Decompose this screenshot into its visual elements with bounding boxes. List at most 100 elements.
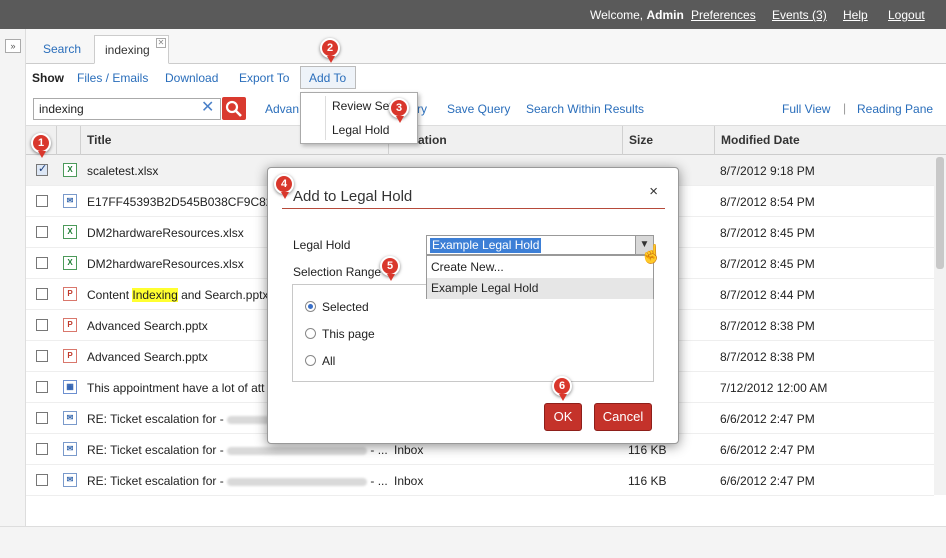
- row-title: DM2hardwareResources.xlsx: [87, 226, 244, 240]
- tab-strip: Search indexing ✕: [26, 29, 946, 64]
- clear-search-icon[interactable]: ✕: [201, 99, 214, 117]
- dialog-title: Add to Legal Hold: [293, 188, 413, 205]
- preferences-link[interactable]: Preferences: [691, 8, 756, 22]
- status-bar: [0, 526, 946, 558]
- reading-pane-link[interactable]: Reading Pane: [857, 102, 933, 116]
- search-input[interactable]: indexing: [33, 98, 221, 120]
- row-size: 116 KB: [628, 443, 667, 457]
- table-row[interactable]: ✉ RE: Ticket escalation for - - ... Inbo…: [26, 465, 934, 496]
- cancel-button[interactable]: Cancel: [594, 403, 652, 431]
- email-icon: ✉: [63, 442, 77, 456]
- row-checkbox[interactable]: [36, 195, 48, 207]
- column-size[interactable]: Size: [629, 133, 653, 147]
- left-panel-strip: »: [0, 29, 26, 526]
- row-title: Advanced Search.pptx: [87, 319, 208, 333]
- row-title: Content Indexing and Search.pptx: [87, 288, 269, 302]
- radio-all[interactable]: [305, 355, 316, 366]
- download-menu[interactable]: Download: [165, 71, 218, 85]
- legal-hold-select[interactable]: Example Legal Hold ▼: [426, 235, 654, 255]
- row-title: This appointment have a lot of att: [87, 381, 265, 395]
- hand-cursor-icon: ☝: [640, 244, 663, 264]
- scrollbar-thumb[interactable]: [936, 157, 944, 269]
- row-checkbox[interactable]: [36, 257, 48, 269]
- excel-icon: X: [63, 163, 77, 177]
- row-checkbox[interactable]: [36, 288, 48, 300]
- redacted-text: [227, 477, 368, 486]
- full-view-link[interactable]: Full View: [782, 102, 830, 116]
- legal-hold-label: Legal Hold: [293, 238, 351, 252]
- query-link[interactable]: ry: [417, 102, 427, 116]
- row-date: 6/6/2012 2:47 PM: [720, 474, 815, 488]
- search-highlight: Indexing: [132, 288, 178, 302]
- menu-item-review-set[interactable]: Review Set: [332, 99, 393, 113]
- legal-hold-options: Create New... Example Legal Hold: [426, 255, 654, 299]
- excel-icon: X: [63, 225, 77, 239]
- email-icon: ✉: [63, 411, 77, 425]
- option-example-legal-hold[interactable]: Example Legal Hold: [427, 278, 653, 299]
- search-button[interactable]: [222, 97, 246, 120]
- vertical-scrollbar[interactable]: [934, 155, 946, 495]
- tab-search[interactable]: Search: [33, 35, 91, 64]
- row-date: 8/7/2012 8:38 PM: [720, 319, 815, 333]
- close-tab-icon[interactable]: ✕: [156, 38, 166, 48]
- row-title: DM2hardwareResources.xlsx: [87, 257, 244, 271]
- advanced-search-link[interactable]: Advan: [265, 102, 299, 116]
- search-row: indexing ✕ Advan ry Save Query Search Wi…: [26, 92, 946, 126]
- row-title: Advanced Search.pptx: [87, 350, 208, 364]
- column-modified-date[interactable]: Modified Date: [721, 133, 800, 147]
- step-marker-2: 2: [320, 38, 340, 63]
- excel-icon: X: [63, 256, 77, 270]
- events-link[interactable]: Events (3): [772, 8, 827, 22]
- row-checkbox[interactable]: [36, 319, 48, 331]
- radio-this-page[interactable]: [305, 328, 316, 339]
- row-checkbox[interactable]: [36, 162, 48, 176]
- row-checkbox[interactable]: [36, 443, 48, 455]
- row-date: 8/7/2012 9:18 PM: [720, 164, 815, 178]
- row-date: 8/7/2012 8:45 PM: [720, 226, 815, 240]
- menu-bar: Show Files / Emails Download Export To A…: [26, 64, 946, 92]
- welcome-text: Welcome, Admin: [590, 8, 684, 22]
- top-bar: Welcome, Admin Preferences Events (3) He…: [0, 0, 946, 29]
- expand-panel-icon[interactable]: »: [5, 39, 21, 53]
- save-query-link[interactable]: Save Query: [447, 102, 510, 116]
- radio-selected[interactable]: [305, 301, 316, 312]
- files-emails-menu[interactable]: Files / Emails: [77, 71, 148, 85]
- column-title[interactable]: Title: [87, 133, 111, 147]
- logout-link[interactable]: Logout: [888, 8, 925, 22]
- row-folder: Inbox: [394, 443, 424, 457]
- row-checkbox[interactable]: [36, 474, 48, 486]
- row-date: 8/7/2012 8:44 PM: [720, 288, 815, 302]
- row-folder: Inbox: [394, 474, 424, 488]
- step-marker-4: 4: [274, 174, 294, 199]
- row-title: scaletest.xlsx: [87, 164, 159, 178]
- appointment-icon: ▦: [63, 380, 77, 394]
- search-icon: [225, 100, 242, 117]
- add-to-legal-hold-dialog: Add to Legal Hold × Legal Hold Example L…: [267, 167, 679, 444]
- legal-hold-selected-value: Example Legal Hold: [430, 238, 542, 253]
- radio-all-label: All: [322, 354, 336, 368]
- row-checkbox[interactable]: [36, 226, 48, 238]
- column-location[interactable]: ation: [418, 133, 447, 147]
- option-create-new[interactable]: Create New...: [427, 257, 653, 278]
- grid-header: Title ation Size Modified Date: [26, 126, 946, 155]
- tab-indexing[interactable]: indexing ✕: [94, 35, 169, 64]
- selection-range-label: Selection Range: [293, 265, 382, 279]
- ok-button[interactable]: OK: [544, 403, 582, 431]
- row-checkbox[interactable]: [36, 412, 48, 424]
- add-to-menu-label[interactable]: Add To: [309, 71, 346, 85]
- row-title: RE: Ticket escalation for -: [87, 412, 288, 426]
- row-date: 8/7/2012 8:54 PM: [720, 195, 815, 209]
- help-link[interactable]: Help: [843, 8, 868, 22]
- row-checkbox[interactable]: [36, 381, 48, 393]
- email-icon: ✉: [63, 473, 77, 487]
- redacted-text: [227, 446, 368, 455]
- search-within-results-link[interactable]: Search Within Results: [526, 102, 644, 116]
- row-checkbox[interactable]: [36, 350, 48, 362]
- powerpoint-icon: P: [63, 349, 77, 363]
- row-date: 7/12/2012 12:00 AM: [720, 381, 828, 395]
- menu-item-legal-hold[interactable]: Legal Hold: [332, 123, 389, 137]
- export-to-menu[interactable]: Export To: [239, 71, 289, 85]
- close-icon[interactable]: ×: [649, 183, 658, 200]
- column-divider: [622, 126, 623, 155]
- email-icon: ✉: [63, 194, 77, 208]
